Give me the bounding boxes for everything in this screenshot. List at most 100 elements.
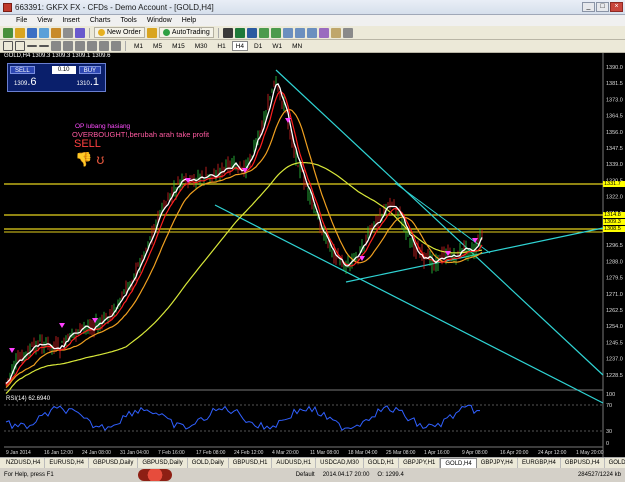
buy-price[interactable]: 1310.1 bbox=[76, 76, 99, 88]
indicators-icon[interactable] bbox=[318, 27, 329, 38]
chart-tab[interactable]: AUDUSD,H1 bbox=[272, 458, 317, 468]
price-axis-tick: 1254.0 bbox=[606, 324, 623, 330]
chart-tab[interactable]: GBPUSD,H1 bbox=[229, 458, 273, 468]
time-axis-tick: 7 Feb 16:00 bbox=[158, 450, 185, 456]
chart-tab[interactable]: GBPJPY,H1 bbox=[399, 458, 441, 468]
timeframe-mn[interactable]: MN bbox=[288, 41, 306, 51]
price-chart[interactable]: 1390.0 1381.5 1373.0 1364.5 1356.0 1347.5 1339… bbox=[0, 53, 625, 457]
trendline-icon[interactable] bbox=[51, 41, 61, 51]
minimize-button[interactable]: _ bbox=[582, 2, 595, 12]
rsi-axis-tick: 100 bbox=[606, 392, 615, 398]
candlesticks-icon[interactable] bbox=[234, 27, 245, 38]
text-icon[interactable] bbox=[87, 41, 97, 51]
taskbar-app-icon[interactable] bbox=[137, 469, 172, 481]
chart-tab[interactable]: GOLD,H1 bbox=[364, 458, 400, 468]
timeframe-m5[interactable]: M5 bbox=[149, 41, 166, 51]
rsi-indicator-label: RSI(14) 62.6940 bbox=[6, 396, 51, 402]
menu-help[interactable]: Help bbox=[177, 17, 201, 24]
time-axis-tick: 17 Feb 08:00 bbox=[196, 450, 226, 456]
timeframe-h4[interactable]: H4 bbox=[231, 41, 248, 51]
price-tag-resistance: 1331.7 bbox=[603, 181, 625, 187]
chart-tab-active[interactable]: GOLD,H4 bbox=[440, 458, 477, 468]
autoscroll-icon[interactable] bbox=[306, 27, 317, 38]
fibonacci-icon[interactable] bbox=[75, 41, 85, 51]
chart-tab[interactable]: GOLD,H4 bbox=[605, 458, 625, 468]
chart-tab[interactable]: GBPUSD,Daily bbox=[138, 458, 188, 468]
drawing-toolbar: M1 M5 M15 M30 H1 H4 D1 W1 MN bbox=[0, 40, 625, 53]
vertical-line-icon[interactable] bbox=[27, 45, 37, 47]
menu-charts[interactable]: Charts bbox=[85, 17, 116, 24]
price-axis-tick: 1390.0 bbox=[606, 65, 623, 71]
terminal-icon[interactable] bbox=[63, 27, 73, 38]
menu-tools[interactable]: Tools bbox=[115, 17, 141, 24]
app-icon bbox=[3, 2, 12, 12]
chart-tab[interactable]: GOLD,Daily bbox=[188, 458, 229, 468]
sell-button[interactable]: SELL bbox=[10, 65, 35, 74]
data-window-icon[interactable] bbox=[39, 27, 49, 38]
chart-annotation-note[interactable]: OP lubang hasiang bbox=[75, 123, 130, 130]
chart-annotation-sell[interactable]: SELL bbox=[74, 138, 101, 150]
bar-chart-icon[interactable] bbox=[222, 27, 233, 38]
templates-icon[interactable] bbox=[342, 27, 353, 38]
market-watch-icon[interactable] bbox=[27, 27, 37, 38]
chart-tab[interactable]: EURGBP,H4 bbox=[518, 458, 561, 468]
autotrading-icon bbox=[162, 29, 170, 36]
zoom-in-icon[interactable] bbox=[258, 27, 269, 38]
chart-tab[interactable]: NZDUSD,H4 bbox=[2, 458, 46, 468]
timeframe-m15[interactable]: M15 bbox=[168, 41, 189, 51]
new-chart-icon[interactable] bbox=[3, 27, 13, 38]
metaeditor-icon[interactable] bbox=[146, 27, 157, 38]
line-chart-icon[interactable] bbox=[246, 27, 257, 38]
chart-window[interactable]: 1390.0 1381.5 1373.0 1364.5 1356.0 1347.5 1339… bbox=[0, 53, 625, 457]
price-tag-bid: 1309.3 bbox=[603, 219, 625, 225]
menu-insert[interactable]: Insert bbox=[57, 17, 85, 24]
chart-tab[interactable]: USDCAD,M30 bbox=[316, 458, 364, 468]
arrows-icon[interactable] bbox=[111, 41, 121, 51]
chart-tab[interactable]: GBPUSD,H4 bbox=[561, 458, 605, 468]
menu-view[interactable]: View bbox=[32, 17, 57, 24]
time-axis: 9 Jan 2014 16 Jan 12:00 24 Jan 08:00 31 Jan… bbox=[6, 450, 604, 456]
sell-price[interactable]: 1309.6 bbox=[14, 76, 37, 88]
status-datetime: 2014.04.17 20:00 bbox=[322, 472, 370, 478]
autotrading-label: AutoTrading bbox=[171, 29, 210, 36]
chart-tab[interactable]: GBPJPY,H4 bbox=[477, 458, 518, 468]
chart-tab[interactable]: EURUSD,H4 bbox=[45, 458, 90, 468]
toolbar-separator bbox=[217, 27, 219, 38]
maximize-button[interactable]: □ bbox=[596, 2, 609, 12]
price-axis-tick: 1373.0 bbox=[606, 97, 623, 103]
status-help: For Help, press F1 bbox=[4, 472, 54, 478]
text-label-icon[interactable] bbox=[99, 41, 109, 51]
timeframe-w1[interactable]: W1 bbox=[268, 41, 286, 51]
price-axis-tick: 1347.5 bbox=[606, 146, 623, 152]
tester-icon[interactable] bbox=[75, 27, 85, 38]
signal-arrow bbox=[9, 348, 15, 353]
equidistant-channel-icon[interactable] bbox=[63, 41, 73, 51]
status-traffic: 284527/1224 kb bbox=[577, 472, 621, 478]
timeframe-d1[interactable]: D1 bbox=[250, 41, 266, 51]
zoom-out-icon[interactable] bbox=[270, 27, 281, 38]
chart-shift-icon[interactable] bbox=[294, 27, 305, 38]
navigator-icon[interactable] bbox=[51, 27, 61, 38]
price-axis-tick: 1364.5 bbox=[606, 114, 623, 120]
timeframe-h1[interactable]: H1 bbox=[213, 41, 229, 51]
title-bar: 663391: GKFX FX - CFDs - Demo Account - … bbox=[0, 0, 625, 15]
profiles-icon[interactable] bbox=[15, 27, 25, 38]
status-bar: For Help, press F1 Default 2014.04.17 20… bbox=[0, 468, 625, 482]
rsi-axis-tick: 70 bbox=[606, 403, 612, 409]
horizontal-line-icon[interactable] bbox=[39, 45, 49, 47]
cursor-icon[interactable] bbox=[3, 41, 13, 51]
lot-size-input[interactable]: 0.10 bbox=[51, 65, 76, 74]
crosshair-icon[interactable] bbox=[15, 41, 25, 51]
new-order-button[interactable]: New Order bbox=[94, 27, 145, 38]
menu-file[interactable]: File bbox=[4, 17, 32, 24]
chart-tab[interactable]: GBPUSD,Daily bbox=[89, 458, 139, 468]
buy-button[interactable]: BUY bbox=[78, 65, 102, 74]
menu-window[interactable]: Window bbox=[142, 17, 177, 24]
price-axis-tick: 1296.5 bbox=[606, 243, 623, 249]
timeframe-m1[interactable]: M1 bbox=[130, 41, 147, 51]
timeframe-m30[interactable]: M30 bbox=[191, 41, 212, 51]
close-button[interactable]: × bbox=[610, 2, 623, 12]
autotrading-button[interactable]: AutoTrading bbox=[158, 27, 214, 38]
periodicity-icon[interactable] bbox=[330, 27, 341, 38]
tile-windows-icon[interactable] bbox=[282, 27, 293, 38]
